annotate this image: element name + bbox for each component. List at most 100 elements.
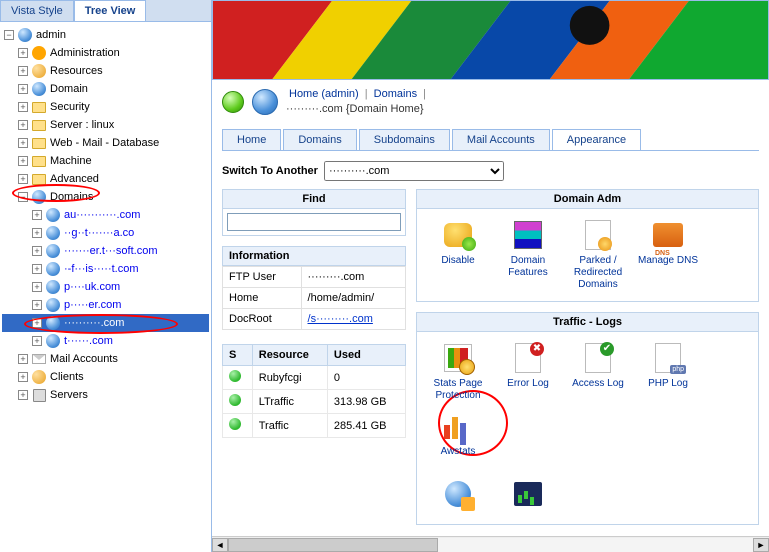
tab-home[interactable]: Home [222, 129, 281, 150]
panel-head: Traffic - Logs [417, 313, 758, 332]
world-icon [46, 226, 60, 240]
banner [212, 0, 769, 80]
breadcrumb: Home (admin) | Domains | [286, 88, 426, 100]
world-icon [46, 262, 60, 276]
tree-item[interactable]: +Machine [2, 152, 209, 170]
table-row: LTraffic313.98 GB [223, 390, 406, 414]
domain-icon [32, 82, 46, 96]
tree-domain-selected[interactable]: +··········.com [2, 314, 209, 332]
errorlog-icon [515, 343, 541, 373]
scroll-left-arrow[interactable]: ◄ [212, 538, 228, 552]
col-used: Used [327, 345, 405, 366]
tree-domain[interactable]: +au···········.com [2, 206, 209, 224]
tree-item-domains[interactable]: −Domains [2, 188, 209, 206]
btn-access-log[interactable]: Access Log [563, 338, 633, 406]
btn-domain-features[interactable]: Domain Features [493, 215, 563, 295]
breadcrumb-domains[interactable]: Domains [374, 88, 417, 100]
parked-icon [585, 220, 611, 250]
collapse-icon[interactable]: − [4, 30, 14, 40]
btn-extra2[interactable] [493, 474, 563, 518]
table-row: Traffic285.41 GB [223, 414, 406, 438]
info-row: FTP User·········.com [223, 267, 406, 288]
tree-item[interactable]: +Clients [2, 368, 209, 386]
main-tabs: Home Domains Subdomains Mail Accounts Ap… [222, 129, 759, 151]
tab-appearance[interactable]: Appearance [552, 129, 641, 150]
tree-item[interactable]: +Advanced [2, 170, 209, 188]
panel-head: Domain Adm [417, 190, 758, 209]
tree-tabs: Vista Style Tree View [0, 0, 211, 22]
tab-subdomains[interactable]: Subdomains [359, 129, 450, 150]
world-icon [46, 244, 60, 258]
info-row: Home/home/admin/ [223, 288, 406, 309]
btn-php-log[interactable]: PHP Log [633, 338, 703, 406]
folder-icon [32, 102, 46, 113]
bars-icon [514, 482, 542, 506]
info-row: DocRoot/s·········.com [223, 309, 406, 330]
tree-item[interactable]: +Server : linux [2, 116, 209, 134]
disable-icon [444, 223, 472, 247]
btn-parked-domains[interactable]: Parked / Redirected Domains [563, 215, 633, 295]
page-title: ·········.com {Domain Home} [286, 103, 426, 115]
system-icon [445, 481, 471, 507]
folder-icon [32, 120, 46, 131]
resource-table: S Resource Used Rubyfcgi0 LTraffic313.98… [222, 344, 406, 438]
tab-mail-accounts[interactable]: Mail Accounts [452, 129, 550, 150]
tree-panel: Vista Style Tree View − admin +Administr… [0, 0, 212, 552]
server-icon [33, 389, 46, 402]
world-icon [46, 298, 60, 312]
world-icon [46, 208, 60, 222]
folder-icon [32, 156, 46, 167]
tree-item[interactable]: +Administration [2, 44, 209, 62]
scroll-thumb[interactable] [228, 538, 438, 552]
btn-extra1[interactable] [423, 474, 493, 518]
tree-domain[interactable]: +··g··t·······a.co [2, 224, 209, 242]
btn-awstats[interactable]: Awstats [423, 406, 493, 462]
tree-item[interactable]: +Servers [2, 386, 209, 404]
switch-select[interactable]: ··········.com [324, 161, 504, 181]
status-dot-icon [229, 394, 241, 406]
btn-disable[interactable]: Disable [423, 215, 493, 295]
domain-adm-panel: Domain Adm Disable Domain Features Parke… [416, 189, 759, 302]
folder-icon [32, 174, 46, 185]
world-icon [32, 190, 46, 204]
tree-domain[interactable]: +t······.com [2, 332, 209, 350]
tab-tree-view[interactable]: Tree View [74, 0, 147, 21]
tree-item[interactable]: +Resources [2, 62, 209, 80]
tree-item[interactable]: +Mail Accounts [2, 350, 209, 368]
tab-domains[interactable]: Domains [283, 129, 356, 150]
tree-item[interactable]: +Web - Mail - Database [2, 134, 209, 152]
btn-error-log[interactable]: Error Log [493, 338, 563, 406]
status-icon [222, 91, 244, 113]
tree-body[interactable]: − admin +Administration +Resources +Doma… [0, 22, 211, 550]
status-dot-icon [229, 418, 241, 430]
world-icon [18, 28, 32, 42]
switch-label: Switch To Another [222, 165, 318, 177]
mail-icon [32, 354, 46, 364]
breadcrumb-home[interactable]: Home (admin) [289, 88, 359, 100]
btn-manage-dns[interactable]: Manage DNS [633, 215, 703, 295]
tree-domain[interactable]: +·······er.t···soft.com [2, 242, 209, 260]
dns-icon [653, 223, 683, 247]
tab-vista-style[interactable]: Vista Style [0, 0, 74, 21]
docroot-link[interactable]: /s·········.com [308, 313, 373, 325]
content-panel: Home (admin) | Domains | ·········.com {… [212, 0, 769, 552]
stats-icon [444, 344, 472, 372]
table-row: Rubyfcgi0 [223, 366, 406, 390]
scroll-right-arrow[interactable]: ► [753, 538, 769, 552]
world-icon [252, 89, 278, 115]
scroll-track[interactable] [228, 538, 753, 552]
col-status: S [223, 345, 253, 366]
tree-item[interactable]: +Domain [2, 80, 209, 98]
world-icon [46, 334, 60, 348]
tree-item[interactable]: +Security [2, 98, 209, 116]
tree-root[interactable]: − admin [2, 26, 209, 44]
tree-domain[interactable]: +p····uk.com [2, 278, 209, 296]
tree-domain[interactable]: +·-f···is·····t.com [2, 260, 209, 278]
horizontal-scrollbar[interactable]: ◄ ► [212, 536, 769, 552]
find-input[interactable] [227, 213, 401, 231]
tree-domain[interactable]: +p·····er.com [2, 296, 209, 314]
info-table: FTP User·········.com Home/home/admin/ D… [222, 266, 406, 330]
status-dot-icon [229, 370, 241, 382]
clients-icon [32, 370, 46, 384]
btn-stats-protection[interactable]: Stats Page Protection [423, 338, 493, 406]
